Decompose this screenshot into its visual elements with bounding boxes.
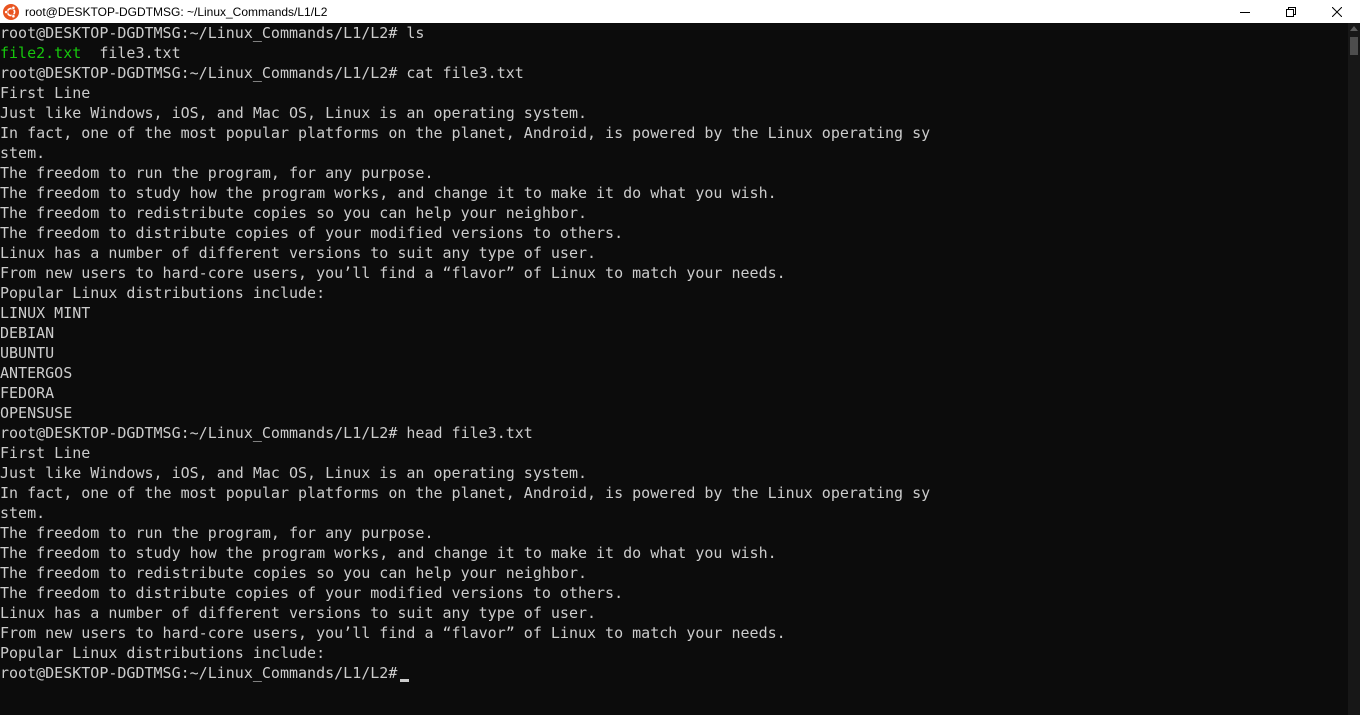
- ubuntu-icon[interactable]: [3, 3, 19, 20]
- terminal-line: LINUX MINT: [0, 304, 91, 322]
- title-bar[interactable]: root@DESKTOP-DGDTMSG: ~/Linux_Commands/L…: [0, 0, 1360, 23]
- terminal-line: Popular Linux distributions include:: [0, 644, 326, 662]
- file-entry: file2.txt: [0, 44, 82, 62]
- terminal-line: stem.: [0, 144, 46, 162]
- vertical-scrollbar[interactable]: [1348, 23, 1360, 715]
- terminal-line: The freedom to distribute copies of your…: [0, 224, 624, 242]
- restore-icon: [1286, 6, 1296, 17]
- minimize-icon: [1240, 11, 1250, 13]
- terminal-lines: root@DESKTOP-DGDTMSG:~/Linux_Commands/L1…: [0, 23, 1348, 683]
- shell-prompt: root@DESKTOP-DGDTMSG:~/Linux_Commands/L1…: [0, 664, 398, 682]
- file-entry: file3.txt: [99, 44, 181, 62]
- terminal-line: Linux has a number of different versions…: [0, 604, 597, 622]
- terminal-line: root@DESKTOP-DGDTMSG:~/Linux_Commands/L1…: [0, 424, 533, 442]
- terminal-line: The freedom to redistribute copies so yo…: [0, 204, 587, 222]
- terminal-line: The freedom to study how the program wor…: [0, 544, 777, 562]
- terminal-line: stem.: [0, 504, 46, 522]
- terminal-line: Linux has a number of different versions…: [0, 244, 597, 262]
- terminal-line: The freedom to run the program, for any …: [0, 164, 434, 182]
- terminal-output[interactable]: root@DESKTOP-DGDTMSG:~/Linux_Commands/L1…: [0, 23, 1348, 715]
- terminal-line: DEBIAN: [0, 324, 55, 342]
- terminal-line: From new users to hard-core users, you’l…: [0, 624, 786, 642]
- terminal-line: In fact, one of the most popular platfor…: [0, 124, 931, 142]
- terminal-line: First Line: [0, 84, 91, 102]
- restore-button[interactable]: [1268, 0, 1314, 23]
- close-icon: [1332, 6, 1342, 17]
- terminal-line: FEDORA: [0, 384, 55, 402]
- terminal-line: Popular Linux distributions include:: [0, 284, 326, 302]
- terminal-line: Just like Windows, iOS, and Mac OS, Linu…: [0, 464, 587, 482]
- terminal-line: The freedom to study how the program wor…: [0, 184, 777, 202]
- terminal-line: The freedom to redistribute copies so yo…: [0, 564, 587, 582]
- scrollbar-thumb[interactable]: [1350, 37, 1358, 55]
- window-controls: [1222, 0, 1360, 23]
- terminal-line: root@DESKTOP-DGDTMSG:~/Linux_Commands/L1…: [0, 64, 524, 82]
- terminal-window: root@DESKTOP-DGDTMSG: ~/Linux_Commands/L…: [0, 0, 1360, 715]
- ls-spacing: [81, 43, 99, 63]
- prompt-line[interactable]: root@DESKTOP-DGDTMSG:~/Linux_Commands/L1…: [0, 663, 1348, 683]
- scroll-up-arrow-icon[interactable]: [1350, 26, 1358, 31]
- terminal-line: The freedom to run the program, for any …: [0, 524, 434, 542]
- terminal-line: ANTERGOS: [0, 364, 73, 382]
- ls-output: file2.txt file3.txt: [0, 43, 1348, 63]
- terminal-line: UBUNTU: [0, 344, 55, 362]
- terminal-line: In fact, one of the most popular platfor…: [0, 484, 931, 502]
- terminal-line: From new users to hard-core users, you’l…: [0, 264, 786, 282]
- terminal-line: OPENSUSE: [0, 404, 73, 422]
- window-title: root@DESKTOP-DGDTMSG: ~/Linux_Commands/L…: [25, 4, 328, 19]
- terminal-line: The freedom to distribute copies of your…: [0, 584, 624, 602]
- close-button[interactable]: [1314, 0, 1360, 23]
- terminal-line: First Line: [0, 444, 91, 462]
- terminal-line: Just like Windows, iOS, and Mac OS, Linu…: [0, 104, 587, 122]
- terminal-line: root@DESKTOP-DGDTMSG:~/Linux_Commands/L1…: [0, 24, 425, 42]
- text-cursor: [400, 679, 410, 682]
- minimize-button[interactable]: [1222, 0, 1268, 23]
